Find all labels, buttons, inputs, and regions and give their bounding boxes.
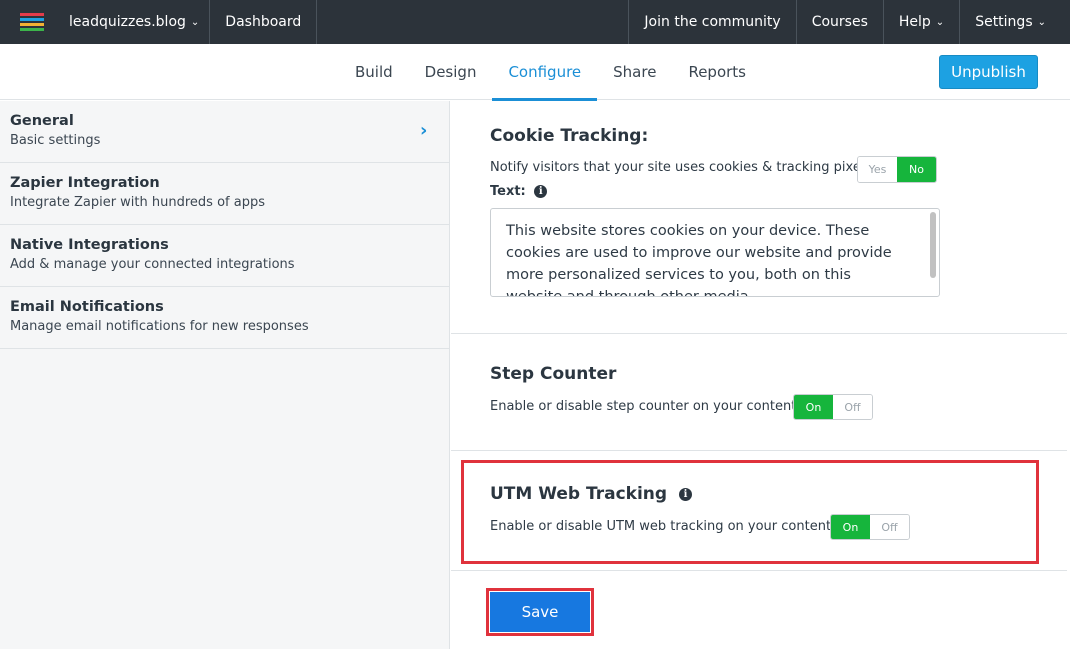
site-name: leadquizzes.blog <box>69 14 186 30</box>
top-navbar: leadquizzes.blog ⌄ Dashboard Join the co… <box>0 0 1070 44</box>
info-icon[interactable]: i <box>534 185 548 198</box>
chevron-right-icon: › <box>420 120 428 141</box>
cookie-tracking-section: Cookie Tracking: Notify visitors that yo… <box>451 101 1067 334</box>
cookie-text-label: Text: <box>490 184 526 199</box>
unpublish-button[interactable]: Unpublish <box>939 55 1038 89</box>
step-counter-desc: Enable or disable step counter on your c… <box>490 399 801 414</box>
cookie-tracking-title: Cookie Tracking: <box>490 126 649 146</box>
utm-highlight-box <box>461 460 1039 564</box>
app-logo-icon[interactable] <box>0 0 63 44</box>
settings-menu[interactable]: Settings ⌄ <box>959 0 1070 44</box>
sidebar-item-subtitle: Manage email notifications for new respo… <box>10 319 309 334</box>
tab-build[interactable]: Build <box>339 44 409 100</box>
step-counter-toggle: On Off <box>793 394 873 420</box>
step-counter-on-option[interactable]: On <box>794 395 833 419</box>
cookie-tracking-toggle: Yes No <box>857 156 937 183</box>
sidebar-item-subtitle: Basic settings <box>10 133 101 148</box>
step-counter-section: Step Counter Enable or disable step coun… <box>451 334 1067 451</box>
sidebar-item-title: Zapier Integration <box>10 175 160 191</box>
sidebar-item-zapier[interactable]: Zapier Integration Integrate Zapier with… <box>0 163 449 225</box>
site-selector[interactable]: leadquizzes.blog ⌄ <box>63 0 209 44</box>
sub-navbar: Build Design Configure Share Reports Unp… <box>0 44 1070 101</box>
cookie-no-option[interactable]: No <box>897 157 936 182</box>
cookie-tracking-desc: Notify visitors that your site uses cook… <box>490 160 869 175</box>
tab-share[interactable]: Share <box>597 44 672 100</box>
courses-link[interactable]: Courses <box>795 0 883 44</box>
settings-sidebar: General Basic settings › Zapier Integrat… <box>0 101 450 649</box>
cookie-yes-option[interactable]: Yes <box>858 157 897 182</box>
save-button[interactable]: Save <box>490 592 590 632</box>
chevron-down-icon: ⌄ <box>935 16 945 28</box>
sidebar-item-subtitle: Integrate Zapier with hundreds of apps <box>10 195 265 210</box>
settings-label: Settings <box>975 14 1033 30</box>
dashboard-link[interactable]: Dashboard <box>209 0 316 44</box>
sidebar-item-email-notifications[interactable]: Email Notifications Manage email notific… <box>0 287 449 349</box>
chevron-down-icon: ⌄ <box>1037 16 1046 28</box>
textarea-scrollbar[interactable] <box>930 212 936 278</box>
sidebar-item-general[interactable]: General Basic settings › <box>0 101 449 163</box>
help-menu[interactable]: Help ⌄ <box>882 0 959 44</box>
sidebar-item-title: Email Notifications <box>10 299 164 315</box>
cookie-text-textarea[interactable]: This website stores cookies on your devi… <box>490 208 940 297</box>
sidebar-item-native-integrations[interactable]: Native Integrations Add & manage your co… <box>0 225 449 287</box>
community-link[interactable]: Join the community <box>628 0 795 44</box>
step-counter-off-option[interactable]: Off <box>833 395 872 419</box>
cookie-text-value: This website stores cookies on your devi… <box>506 223 892 297</box>
settings-panel: Cookie Tracking: Notify visitors that yo… <box>451 101 1070 649</box>
sidebar-item-title: Native Integrations <box>10 237 169 253</box>
sidebar-item-title: General <box>10 113 74 129</box>
tab-bar: Build Design Configure Share Reports <box>339 44 762 101</box>
help-label: Help <box>898 14 931 30</box>
step-counter-title: Step Counter <box>490 364 617 384</box>
chevron-down-icon: ⌄ <box>190 16 200 28</box>
sidebar-item-subtitle: Add & manage your connected integrations <box>10 257 295 272</box>
tab-configure[interactable]: Configure <box>492 44 597 101</box>
cookie-text-label-row: Text: i <box>490 184 548 199</box>
tab-reports[interactable]: Reports <box>672 44 762 100</box>
tab-design[interactable]: Design <box>409 44 493 100</box>
